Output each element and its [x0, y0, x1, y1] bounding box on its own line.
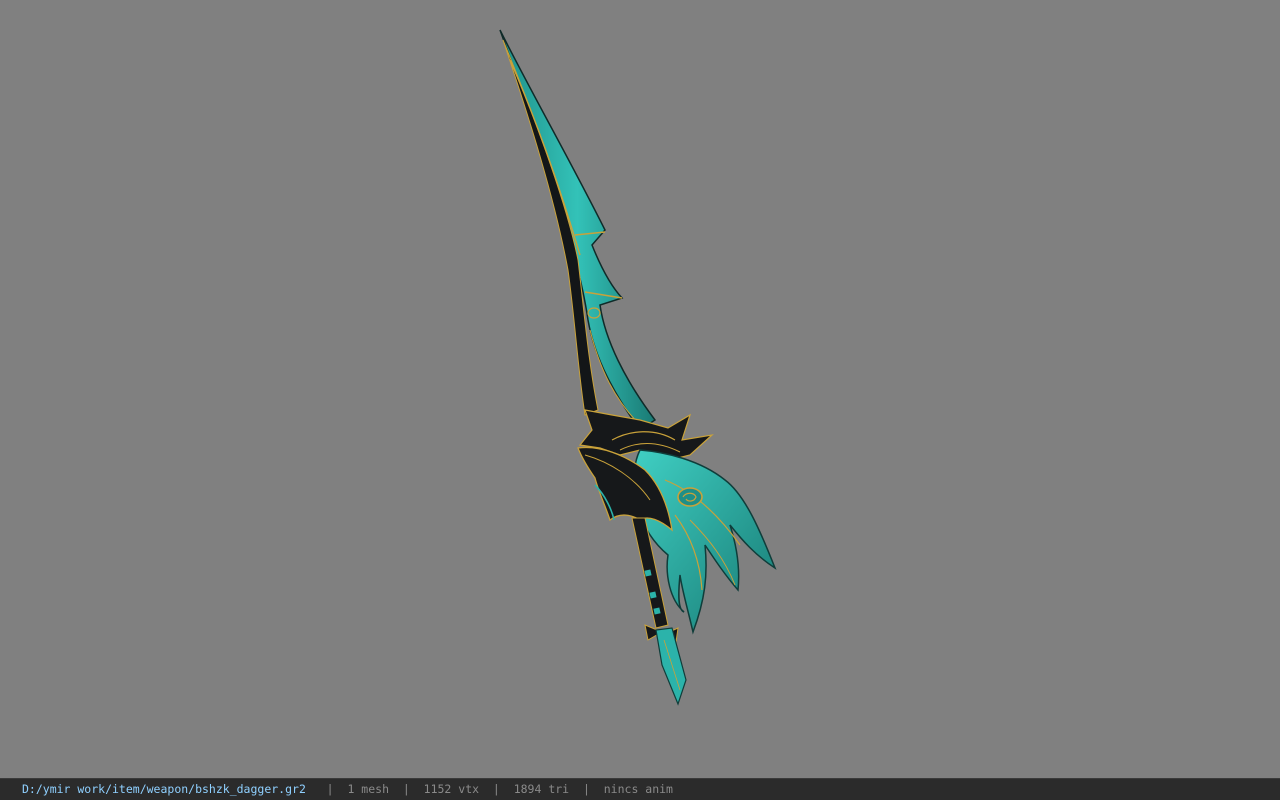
separator: | [402, 782, 410, 796]
dagger-model [499, 29, 777, 706]
separator: | [326, 782, 334, 796]
vertex-count: 1152 vtx [423, 782, 480, 796]
triangle-count: 1894 tri [513, 782, 570, 796]
animation-status: nincs anim [603, 782, 673, 796]
pommel-tip [655, 627, 687, 706]
file-path: D:/ymir work/item/weapon/bshzk_dagger.gr… [22, 782, 306, 796]
3d-viewport[interactable] [0, 0, 1280, 778]
mesh-count: 1 mesh [347, 782, 389, 796]
separator: | [582, 782, 590, 796]
status-bar: D:/ymir work/item/weapon/bshzk_dagger.gr… [0, 778, 1280, 800]
separator: | [492, 782, 500, 796]
